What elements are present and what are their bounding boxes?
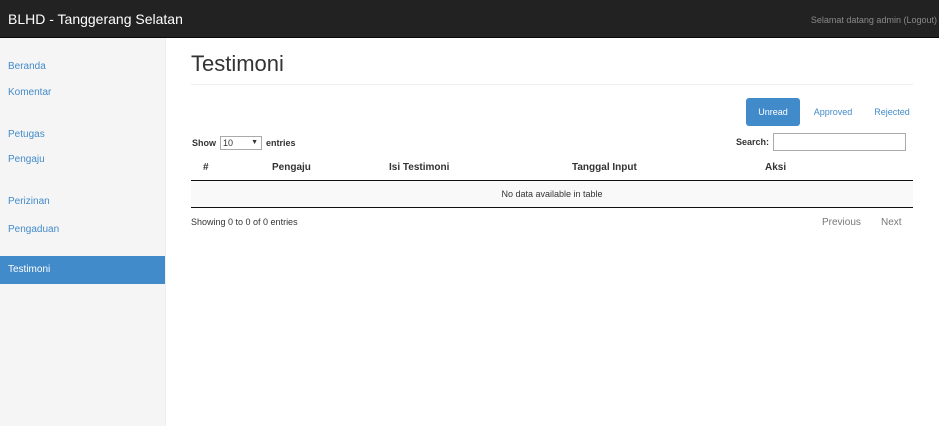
chevron-down-icon: ▼ xyxy=(251,139,258,146)
logout-link[interactable]: (Logout) xyxy=(903,15,937,25)
pagination-previous[interactable]: Previous xyxy=(822,217,861,228)
column-header-isi-testimoni[interactable]: Isi Testimoni xyxy=(389,162,449,173)
table-search: Search: xyxy=(736,133,907,151)
sidebar-item-perizinan[interactable]: Perizinan xyxy=(8,196,50,207)
entries-label: entries xyxy=(266,138,296,148)
sidebar-item-pengaju[interactable]: Pengaju xyxy=(8,154,45,165)
page-size-value: 10 xyxy=(223,138,234,148)
column-header-number[interactable]: # xyxy=(203,162,209,173)
sidebar-item-testimoni[interactable]: Testimoni xyxy=(0,256,165,284)
sidebar-item-label: Testimoni xyxy=(8,264,51,275)
sidebar: Beranda Komentar Petugas Pengaju Perizin… xyxy=(0,38,166,426)
table-info: Showing 0 to 0 of 0 entries xyxy=(191,217,298,227)
tab-unread[interactable]: Unread xyxy=(746,98,800,126)
brand-title[interactable]: BLHD - Tanggerang Selatan xyxy=(8,11,183,27)
pagination-next[interactable]: Next xyxy=(881,217,902,228)
sidebar-item-beranda[interactable]: Beranda xyxy=(8,61,46,72)
table-empty-row: No data available in table xyxy=(191,181,913,207)
page-size-select[interactable]: 10 ▼ xyxy=(220,136,262,150)
show-label: Show xyxy=(192,138,216,148)
column-header-tanggal-input[interactable]: Tanggal Input xyxy=(572,162,637,173)
sidebar-item-petugas[interactable]: Petugas xyxy=(8,129,45,140)
sidebar-item-komentar[interactable]: Komentar xyxy=(8,87,51,98)
sidebar-item-pengaduan[interactable]: Pengaduan xyxy=(8,224,59,235)
welcome-text: Selamat datang admin xyxy=(810,15,901,25)
tab-approved[interactable]: Approved xyxy=(806,98,860,126)
search-label: Search: xyxy=(736,137,770,147)
column-header-pengaju[interactable]: Pengaju xyxy=(272,162,311,173)
table-bottom-divider xyxy=(191,207,913,208)
page-title: Testimoni xyxy=(191,51,284,76)
column-header-aksi[interactable]: Aksi xyxy=(765,162,786,173)
search-input[interactable] xyxy=(773,133,907,151)
title-divider xyxy=(191,84,913,85)
welcome-message: Selamat datang admin (Logout) xyxy=(811,15,937,25)
top-navbar: BLHD - Tanggerang Selatan Selamat datang… xyxy=(0,0,939,38)
page-size-control: Show 10 ▼ entries xyxy=(192,136,296,150)
tab-rejected[interactable]: Rejected xyxy=(868,98,916,126)
